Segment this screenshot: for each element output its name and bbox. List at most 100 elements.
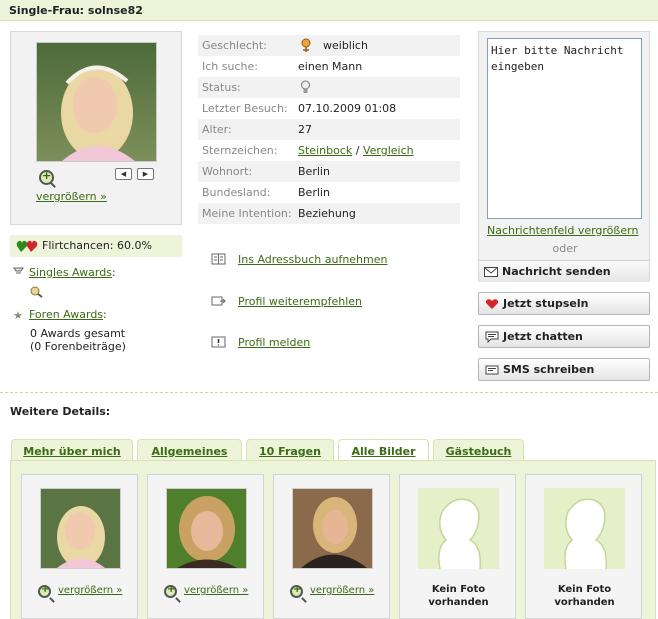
stupsen-button[interactable]: Jetzt stupseln [478, 292, 650, 315]
zodiac-compare-link[interactable]: Vergleich [363, 144, 414, 157]
foren-awards-row: ★ Foren Awards: [13, 308, 107, 322]
info-key: Status: [202, 81, 241, 94]
sms-button[interactable]: SMS schreiben [478, 358, 650, 381]
stupsen-label: Jetzt stupseln [503, 297, 589, 310]
zodiac-separator: / [355, 144, 360, 157]
lightbulb-icon [301, 80, 310, 93]
flirt-chances-bar: Flirtchancen: 60.0% [10, 235, 182, 257]
addressbook-icon [211, 253, 226, 265]
message-textarea[interactable]: Hier bitte Nachricht eingeben [487, 38, 642, 219]
gallery-photo[interactable] [40, 488, 121, 569]
gallery-card-empty: Kein Foto vorhanden [525, 474, 642, 619]
info-row-state: Bundesland: Berlin [198, 182, 460, 203]
forum-posts-count: (0 Forenbeiträge) [30, 340, 126, 353]
send-message-button[interactable]: Nachricht senden [479, 260, 649, 282]
tab-label: Gästebuch [445, 445, 512, 458]
add-to-addressbook-link[interactable]: Ins Adressbuch aufnehmen [238, 253, 388, 266]
gallery-card: vergrößern » [147, 474, 264, 619]
info-key: Ich suche: [202, 60, 258, 73]
message-panel: Hier bitte Nachricht eingeben Nachrichte… [478, 31, 650, 282]
gallery-zoom: vergrößern » [38, 584, 138, 599]
female-icon [301, 38, 311, 52]
award-icon [13, 267, 24, 274]
prev-photo-button[interactable]: ◀ [115, 168, 132, 180]
no-photo-label: Kein Foto vorhanden [554, 584, 615, 608]
info-key: Bundesland: [202, 186, 271, 199]
info-key: Alter: [202, 123, 232, 136]
info-row-last-visit: Letzter Besuch: 07.10.2009 01:08 [198, 98, 460, 119]
heart-icon [485, 299, 499, 309]
tab-mehr-ueber-mich[interactable]: Mehr über mich [11, 439, 133, 462]
or-separator: oder [552, 242, 578, 255]
info-row-zodiac: Sternzeichen: Steinbock / Vergleich [198, 140, 460, 161]
singles-awards-row: Singles Awards: [13, 266, 116, 279]
info-key: Letzter Besuch: [202, 102, 288, 115]
info-value: einen Mann [298, 60, 363, 73]
tab-label: Mehr über mich [23, 445, 121, 458]
info-row-age: Alter: 27 [198, 119, 460, 140]
info-key: Meine Intention: [202, 207, 292, 220]
no-photo-placeholder-icon [544, 488, 625, 570]
warning-icon [211, 336, 226, 348]
info-value: Berlin [298, 165, 330, 178]
info-row-status: Status: [198, 77, 460, 98]
gallery-enlarge-link[interactable]: vergrößern » [58, 585, 122, 596]
info-row-gender: Geschlecht: weiblich [198, 35, 460, 56]
gallery-enlarge-link[interactable]: vergrößern » [184, 585, 248, 596]
info-value: 27 [298, 123, 312, 136]
singles-award-badge-icon [30, 286, 43, 298]
tab-label: Allgemeines [151, 445, 228, 458]
flirt-chances-label: Flirtchancen: 60.0% [42, 239, 152, 252]
info-value: weiblich [323, 39, 368, 52]
zodiac-link[interactable]: Steinbock [298, 144, 352, 157]
info-value: Steinbock / Vergleich [298, 144, 414, 157]
info-value: Beziehung [298, 207, 356, 220]
page-title: Single-Frau: solnse82 [9, 4, 143, 17]
gallery-zoom: vergrößern » [164, 584, 264, 599]
forward-icon [211, 296, 226, 306]
gallery-card: vergrößern » [21, 474, 138, 619]
info-row-city: Wohnort: Berlin [198, 161, 460, 182]
details-title: Weitere Details: [10, 405, 111, 418]
next-photo-button[interactable]: ▶ [137, 168, 154, 180]
profile-photo-box: ◀ ▶ vergrößern » [10, 31, 182, 225]
gallery-photo[interactable] [292, 488, 373, 569]
gallery-photo[interactable] [166, 488, 247, 569]
awards-total: 0 Awards gesamt [30, 327, 126, 340]
section-divider [0, 392, 658, 393]
chat-label: Jetzt chatten [503, 330, 583, 343]
report-profile-link[interactable]: Profil melden [238, 336, 310, 349]
send-message-label: Nachricht senden [502, 265, 611, 278]
hearts-icon [16, 240, 38, 252]
gallery-enlarge-link[interactable]: vergrößern » [310, 585, 374, 596]
chat-icon [485, 331, 499, 343]
sms-label: SMS schreiben [503, 363, 595, 376]
tab-gaestebuch[interactable]: Gästebuch [433, 439, 524, 462]
info-value: Berlin [298, 186, 330, 199]
zoom-icon[interactable] [290, 584, 303, 598]
sms-icon [485, 365, 499, 375]
profile-photo[interactable] [36, 42, 157, 162]
tab-10-fragen[interactable]: 10 Fragen [246, 439, 334, 462]
zoom-icon[interactable] [38, 584, 51, 598]
enlarge-photo-link[interactable]: vergrößern » [36, 190, 107, 203]
chat-button[interactable]: Jetzt chatten [478, 325, 650, 348]
gallery-card-empty: Kein Foto vorhanden [399, 474, 516, 619]
zoom-icon[interactable] [39, 169, 54, 185]
no-photo-placeholder-icon [418, 488, 499, 570]
gallery-zoom: vergrößern » [290, 584, 390, 599]
zoom-icon[interactable] [164, 584, 177, 598]
info-value: 07.10.2009 01:08 [298, 102, 397, 115]
enlarge-message-field-link[interactable]: Nachrichtenfeld vergrößern [487, 224, 638, 237]
info-key: Geschlecht: [202, 39, 267, 52]
foren-awards-link[interactable]: Foren Awards [29, 308, 103, 321]
envelope-icon [484, 267, 498, 277]
tab-label: Alle Bilder [351, 445, 416, 458]
tab-allgemeines[interactable]: Allgemeines [137, 439, 242, 462]
gallery-card: vergrößern » [273, 474, 390, 619]
tab-label: 10 Fragen [259, 445, 321, 458]
singles-awards-link[interactable]: Singles Awards [29, 266, 112, 279]
recommend-profile-link[interactable]: Profil weiterempfehlen [238, 295, 362, 308]
info-row-intention: Meine Intention: Beziehung [198, 203, 460, 224]
info-key: Wohnort: [202, 165, 253, 178]
